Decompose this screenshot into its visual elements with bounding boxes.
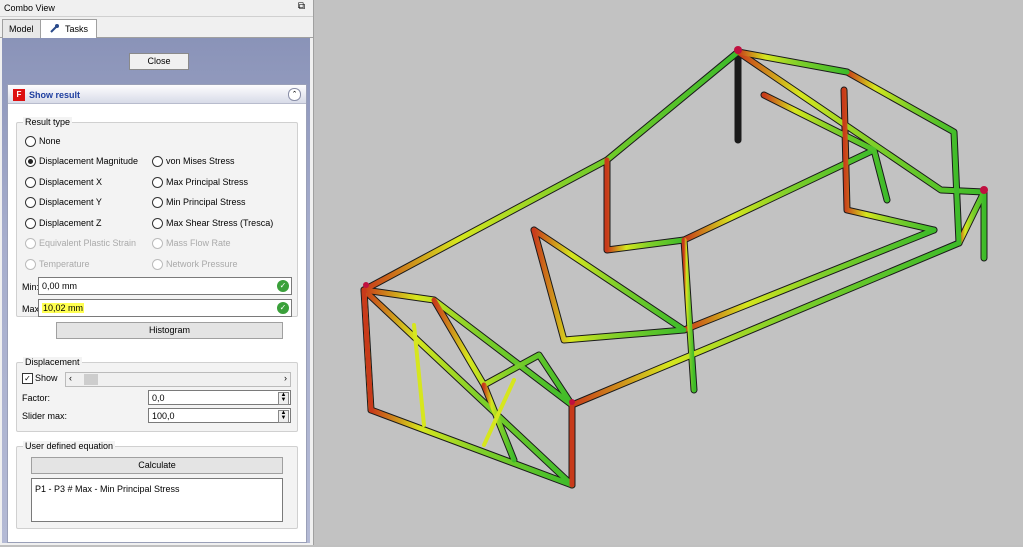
wrench-icon (50, 24, 59, 33)
factor-spinbox[interactable]: 0,0 ▲ ▼ (148, 390, 291, 405)
checkbox-box: ✓ (22, 373, 33, 384)
radio-label: Temperature (39, 259, 90, 269)
histogram-button[interactable]: Histogram (56, 322, 283, 339)
task-pane: Close F Show result ⌃ Result type None D… (2, 38, 310, 543)
tab-model[interactable]: Model (2, 19, 42, 38)
radio-label: von Mises Stress (166, 156, 235, 166)
min-field[interactable]: 0,00 mm ✓ (38, 277, 292, 295)
equation-group: User defined equation Calculate P1 - P3 … (16, 441, 298, 529)
radio-label: Max Principal Stress (166, 177, 249, 187)
fem-logo-icon: F (13, 89, 25, 101)
panel-header: F Show result ⌃ (8, 85, 306, 104)
radio-label: None (39, 136, 61, 146)
checkmark-icon: ✓ (277, 280, 289, 292)
displacement-slider[interactable]: ‹ › (65, 372, 291, 387)
equation-title: User defined equation (23, 441, 116, 451)
show-result-panel: F Show result ⌃ Result type None Displac… (7, 84, 307, 543)
radio-label: Displacement Magnitude (39, 156, 139, 166)
slider-max-value: 100,0 (152, 411, 175, 421)
min-label: Min: (22, 282, 40, 292)
factor-label: Factor: (22, 393, 51, 403)
slider-thumb[interactable] (84, 374, 98, 385)
float-dock-icon[interactable]: ⧉ (298, 1, 305, 12)
checkmark-icon: ✓ (277, 302, 289, 314)
result-type-title: Result type (23, 117, 73, 127)
result-type-group: Result type None Displacement Magnitude … (16, 117, 298, 317)
3d-viewport[interactable] (314, 0, 1023, 545)
radio-label: Displacement X (39, 177, 103, 187)
max-value: 10,02 mm (42, 303, 85, 313)
tab-bar: Model Tasks (0, 17, 313, 39)
radio-label: Displacement Z (39, 218, 102, 228)
radio-label: Max Shear Stress (Tresca) (166, 218, 274, 228)
close-button[interactable]: Close (129, 53, 189, 70)
radio-label: Min Principal Stress (166, 197, 246, 207)
slider-max-label: Slider max: (22, 411, 68, 421)
combo-view-titlebar: Combo View ⧉ (0, 0, 313, 17)
spin-arrows-icon[interactable]: ▲ ▼ (278, 392, 289, 405)
radio-label: Mass Flow Rate (166, 238, 231, 248)
radio-label: Network Pressure (166, 259, 238, 269)
radio-label: Displacement Y (39, 197, 102, 207)
equation-text: P1 - P3 # Max - Min Principal Stress (35, 484, 180, 494)
radio-label: Equivalent Plastic Strain (39, 238, 137, 248)
combo-view-title: Combo View (4, 3, 55, 13)
displacement-group: Displacement ✓ Show ‹ › Factor: 0,0 ▲ ▼ S… (16, 357, 298, 432)
show-checkbox[interactable]: ✓ Show (22, 373, 62, 385)
tab-tasks[interactable]: Tasks (40, 19, 97, 39)
show-label: Show (35, 373, 58, 383)
calculate-button[interactable]: Calculate (31, 457, 283, 474)
fem-frame-model (360, 46, 988, 489)
collapse-icon[interactable]: ⌃ (288, 88, 301, 101)
max-field[interactable]: 10,02 mm ✓ (38, 299, 292, 317)
factor-value: 0,0 (152, 393, 165, 403)
panel-title: Show result (29, 90, 81, 100)
slider-left-arrow-icon[interactable]: ‹ (69, 373, 72, 383)
tab-tasks-label: Tasks (65, 24, 89, 34)
min-value: 0,00 mm (42, 281, 78, 291)
combo-view-panel: Combo View ⧉ Model Tasks Close F Show re… (0, 0, 314, 545)
spin-arrows-icon[interactable]: ▲ ▼ (278, 410, 289, 423)
equation-textarea[interactable]: P1 - P3 # Max - Min Principal Stress (31, 478, 283, 522)
slider-max-spinbox[interactable]: 100,0 ▲ ▼ (148, 408, 291, 423)
displacement-title: Displacement (23, 357, 82, 367)
tab-model-label: Model (9, 24, 34, 34)
slider-right-arrow-icon[interactable]: › (284, 373, 287, 383)
